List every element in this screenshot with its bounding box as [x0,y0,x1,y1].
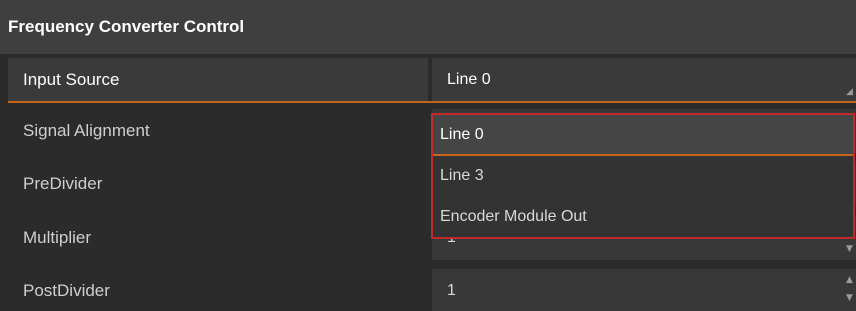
resize-grip-icon: ◢ [846,87,853,97]
dropdown-option-encoder-module-out[interactable]: Encoder Module Out [433,197,853,237]
postdivider-input[interactable]: 1 [432,269,856,311]
row-postdivider[interactable]: PostDivider 1 [8,269,856,311]
dropdown-option-line-0[interactable]: Line 0 [433,115,853,156]
predivider-label: PreDivider [23,174,103,193]
signal-alignment-dropdown[interactable]: Line 0 Line 3 Encoder Module Out [431,113,855,239]
dropdown-option-line-3[interactable]: Line 3 [433,156,853,196]
section-title: Frequency Converter Control [8,17,245,36]
multiplier-spin-down-icon[interactable]: ▼ [846,245,854,254]
postdivider-label: PostDivider [23,281,110,300]
signal-alignment-label: Signal Alignment [23,121,150,140]
postdivider-spin-up-icon[interactable]: ▲ [846,276,854,285]
active-row-underline [8,101,856,103]
section-header: Frequency Converter Control [0,0,856,54]
row-input-source[interactable]: Input Source Line 0 [8,58,856,102]
input-source-select[interactable]: Line 0 [432,58,856,102]
input-source-label: Input Source [8,58,428,102]
multiplier-label: Multiplier [23,228,92,247]
postdivider-spin-down-icon[interactable]: ▼ [846,294,854,303]
